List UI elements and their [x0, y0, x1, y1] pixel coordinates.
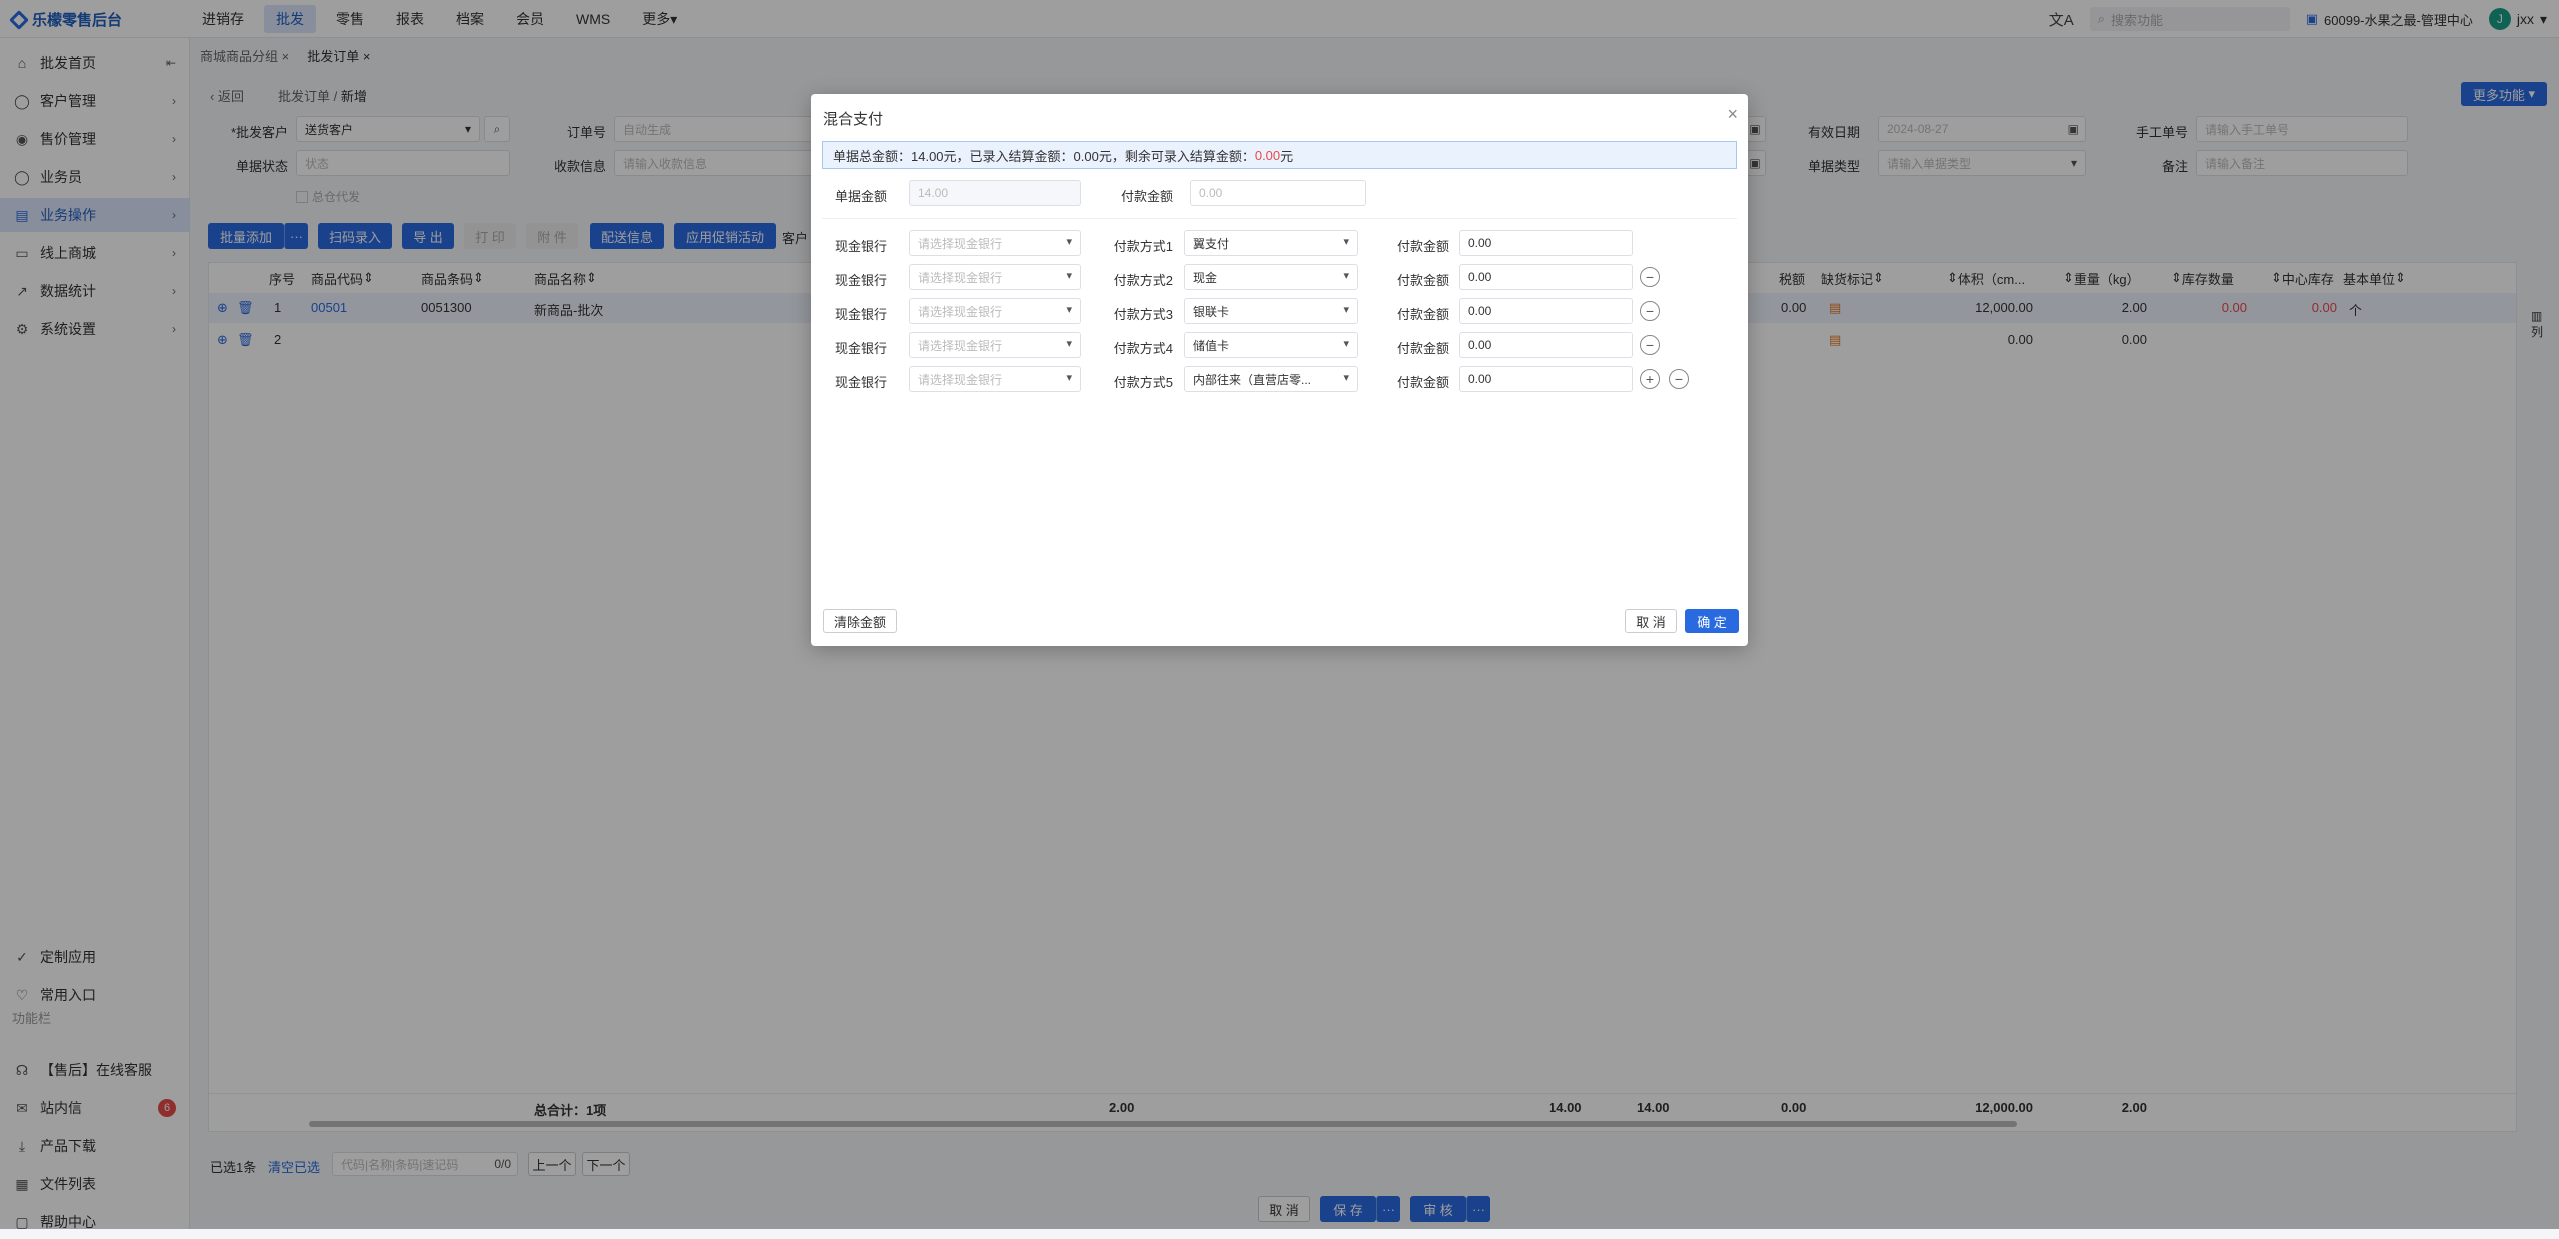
doc-amount-input: 14.00: [909, 180, 1081, 206]
add-row-icon[interactable]: +: [1640, 369, 1660, 389]
amount-label: 付款金额: [1396, 307, 1449, 322]
chevron-down-icon: ▾: [1343, 270, 1349, 282]
amount-label: 付款金额: [1396, 375, 1449, 390]
payment-method-select[interactable]: 储值卡 ▾: [1184, 332, 1358, 358]
cash-bank-label: 现金银行: [834, 307, 887, 322]
payment-amount-input[interactable]: 0.00: [1459, 332, 1633, 358]
payment-method-select[interactable]: 翼支付 ▾: [1184, 230, 1358, 256]
cash-bank-placeholder: 请选择现金银行: [918, 236, 1003, 251]
chevron-down-icon: ▾: [1066, 372, 1072, 384]
chevron-down-icon: ▾: [1343, 236, 1349, 248]
cash-bank-label: 现金银行: [834, 239, 887, 254]
payment-method-value: 内部往来（直营店零...: [1193, 372, 1312, 387]
chevron-down-icon: ▾: [1343, 304, 1349, 316]
cancel-button[interactable]: 取 消: [1625, 609, 1677, 633]
payment-method-select[interactable]: 现金 ▾: [1184, 264, 1358, 290]
payment-amount-input[interactable]: 0.00: [1459, 298, 1633, 324]
cash-bank-select[interactable]: 请选择现金银行 ▾: [909, 264, 1081, 290]
amount-label: 付款金额: [1396, 239, 1449, 254]
confirm-button[interactable]: 确 定: [1685, 609, 1739, 633]
payment-method-value: 储值卡: [1193, 338, 1230, 353]
payment-method-select[interactable]: 内部往来（直营店零... ▾: [1184, 366, 1358, 392]
doc-amount-label: 单据金额: [834, 189, 887, 204]
payment-amount-input[interactable]: 0.00: [1459, 230, 1633, 256]
chevron-down-icon: ▾: [1343, 338, 1349, 350]
method-label: 付款方式2: [1113, 273, 1173, 288]
payment-method-select[interactable]: 银联卡 ▾: [1184, 298, 1358, 324]
cash-bank-placeholder: 请选择现金银行: [918, 304, 1003, 319]
payment-amount-input[interactable]: 0.00: [1459, 264, 1633, 290]
clear-amount-button[interactable]: 清除金额: [823, 609, 897, 633]
cash-bank-label: 现金银行: [834, 375, 887, 390]
cash-bank-label: 现金银行: [834, 273, 887, 288]
payment-method-value: 现金: [1193, 270, 1218, 285]
chevron-down-icon: ▾: [1066, 304, 1072, 316]
cash-bank-placeholder: 请选择现金银行: [918, 338, 1003, 353]
cash-bank-placeholder: 请选择现金银行: [918, 372, 1003, 387]
method-label: 付款方式1: [1113, 239, 1173, 254]
cash-bank-placeholder: 请选择现金银行: [918, 270, 1003, 285]
chevron-down-icon: ▾: [1066, 338, 1072, 350]
remove-row-icon[interactable]: −: [1669, 369, 1689, 389]
pay-amount-input[interactable]: 0.00: [1190, 180, 1366, 206]
summary-text: 单据总金额：14.00元，已录入结算金额：0.00元，剩余可录入结算金额：: [833, 148, 1255, 164]
method-label: 付款方式3: [1113, 307, 1173, 322]
cash-bank-label: 现金银行: [834, 341, 887, 356]
payment-amount-input[interactable]: 0.00: [1459, 366, 1633, 392]
payment-method-value: 银联卡: [1193, 304, 1230, 319]
amount-label: 付款金额: [1396, 341, 1449, 356]
remove-row-icon[interactable]: −: [1640, 301, 1660, 321]
payment-method-value: 翼支付: [1193, 236, 1230, 251]
method-label: 付款方式4: [1113, 341, 1173, 356]
dialog-title: 混合支付: [823, 111, 884, 128]
mixed-payment-dialog: 混合支付 × 单据总金额：14.00元，已录入结算金额：0.00元，剩余可录入结…: [811, 94, 1748, 646]
cash-bank-select[interactable]: 请选择现金银行 ▾: [909, 298, 1081, 324]
close-icon[interactable]: ×: [1727, 104, 1738, 125]
cash-bank-select[interactable]: 请选择现金银行 ▾: [909, 366, 1081, 392]
amount-label: 付款金额: [1396, 273, 1449, 288]
method-label: 付款方式5: [1113, 375, 1173, 390]
payment-summary-banner: 单据总金额：14.00元，已录入结算金额：0.00元，剩余可录入结算金额： 0.0…: [822, 141, 1737, 169]
chevron-down-icon: ▾: [1066, 270, 1072, 282]
summary-unit: 元: [1280, 148, 1294, 164]
chevron-down-icon: ▾: [1343, 371, 1349, 384]
chevron-down-icon: ▾: [1066, 236, 1072, 248]
cash-bank-select[interactable]: 请选择现金银行 ▾: [909, 230, 1081, 256]
cash-bank-select[interactable]: 请选择现金银行 ▾: [909, 332, 1081, 358]
remove-row-icon[interactable]: −: [1640, 335, 1660, 355]
remove-row-icon[interactable]: −: [1640, 267, 1660, 287]
pay-amount-label: 付款金额: [1120, 189, 1173, 204]
divider: [822, 218, 1737, 219]
remaining-amount: 0.00: [1254, 147, 1281, 163]
